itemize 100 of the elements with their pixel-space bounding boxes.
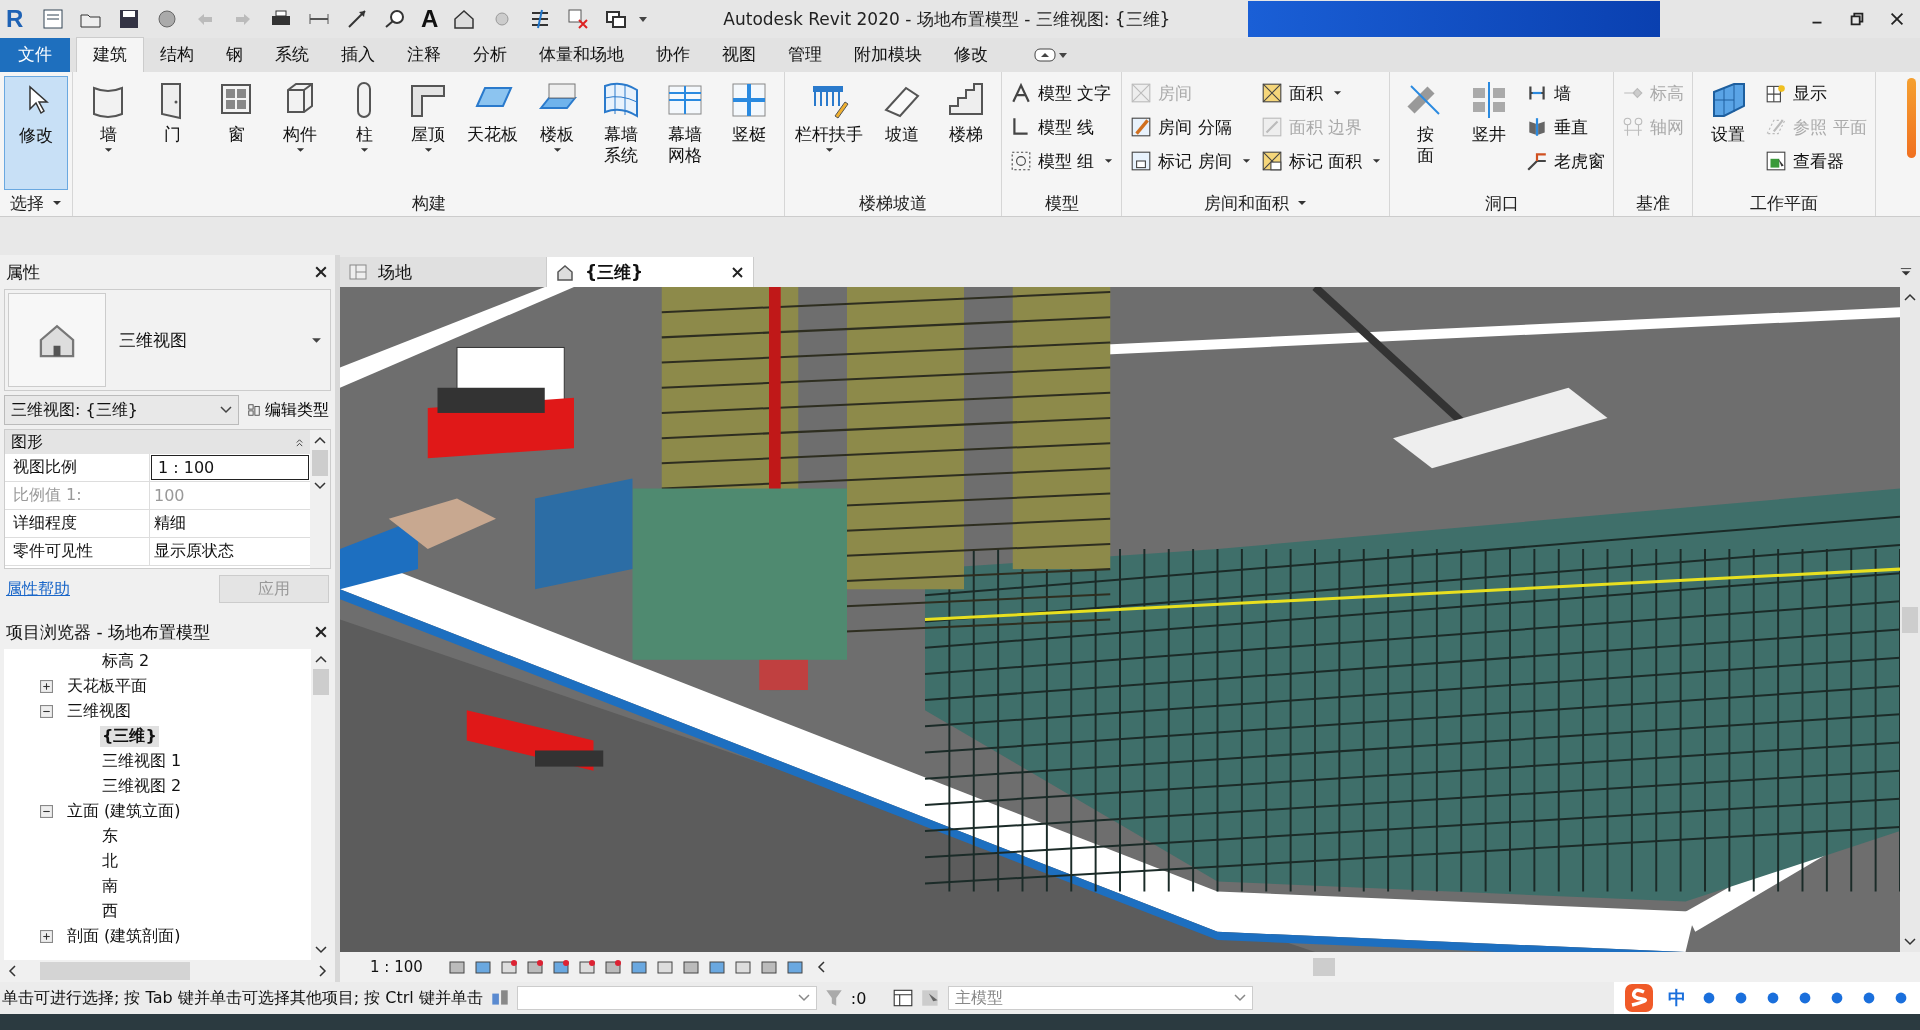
ribbon-tool-button[interactable]: 门 xyxy=(141,76,203,190)
ime-logo-icon[interactable] xyxy=(1624,983,1654,1013)
collapse-icon[interactable] xyxy=(40,805,53,818)
ribbon-tool-button[interactable]: 显示 xyxy=(1765,78,1867,108)
instance-dropdown[interactable]: 三维视图: {三维} xyxy=(4,395,239,425)
caret-icon[interactable] xyxy=(1104,158,1114,164)
input-field[interactable]: 1 : 100 xyxy=(151,455,309,480)
ribbon-tool-button[interactable]: 模型 组 xyxy=(1010,146,1114,176)
ribbon-tab[interactable]: 修改 xyxy=(938,38,1004,72)
ribbon-scrollbar[interactable] xyxy=(1907,78,1916,158)
ribbon-tool-button[interactable]: 标记 房间 xyxy=(1130,146,1251,176)
ribbon-tool-button[interactable]: 模型 线 xyxy=(1010,112,1114,142)
expand-icon[interactable] xyxy=(40,680,53,693)
chevron-up-icon[interactable] xyxy=(315,655,327,663)
view-tab[interactable]: {三维} xyxy=(547,257,754,287)
ribbon-tool-button[interactable]: 墙 xyxy=(77,76,139,190)
house-icon[interactable] xyxy=(452,7,477,31)
model-dropdown[interactable]: 主模型 xyxy=(948,986,1254,1010)
ribbon-tab[interactable]: 注释 xyxy=(391,38,457,72)
tree-item[interactable]: 立面 (建筑立面) xyxy=(65,801,183,822)
scrollbar-thumb[interactable] xyxy=(1902,606,1918,633)
ribbon-tool-button[interactable]: 幕墙系统 xyxy=(590,76,652,190)
chevron-right-icon[interactable] xyxy=(319,965,327,977)
tree-item[interactable]: 北 xyxy=(100,851,120,872)
ribbon-tool-button[interactable]: 柱 xyxy=(333,76,395,190)
scrollbar-thumb[interactable] xyxy=(1312,958,1335,976)
ribbon-tool-button[interactable]: 设置 xyxy=(1697,76,1760,190)
ribbon-tool-button[interactable]: 幕墙网格 xyxy=(654,76,716,190)
caret-icon[interactable] xyxy=(824,147,834,153)
tree-item[interactable]: 东 xyxy=(100,826,120,847)
caret-icon[interactable] xyxy=(1900,267,1912,277)
document-icon[interactable] xyxy=(41,7,65,31)
ribbon-tool-button[interactable]: 楼梯 xyxy=(935,76,997,190)
restore-icon[interactable] xyxy=(1848,10,1866,28)
close-icon[interactable] xyxy=(730,264,745,280)
chevron-down-icon[interactable] xyxy=(1904,938,1916,946)
ribbon-tab[interactable]: 建筑 xyxy=(76,37,144,72)
collapse-icon[interactable] xyxy=(40,705,53,718)
ribbon-tab[interactable]: 插入 xyxy=(325,38,391,72)
expand-icon[interactable] xyxy=(40,930,53,943)
close-icon[interactable] xyxy=(313,624,329,640)
help-link[interactable]: 属性帮助 xyxy=(6,578,70,600)
ribbon-tool-button[interactable]: 窗 xyxy=(205,76,267,190)
tree-item[interactable]: 剖面 (建筑剖面) xyxy=(65,926,183,947)
ribbon-tab[interactable]: 钢 xyxy=(210,38,259,72)
caret-icon[interactable] xyxy=(1372,158,1382,164)
ribbon-tab[interactable]: 分析 xyxy=(457,38,523,72)
ribbon-tool-button[interactable]: 查看器 xyxy=(1765,146,1867,176)
ribbon-tool-button[interactable]: 模型 文字 xyxy=(1010,78,1114,108)
ribbon-tool-button[interactable]: 老虎窗 xyxy=(1526,146,1606,176)
tree-item[interactable]: 三维视图 2 xyxy=(100,776,184,797)
caret-icon[interactable] xyxy=(552,147,562,153)
chevron-up-icon[interactable] xyxy=(314,436,326,444)
save-icon[interactable] xyxy=(117,7,141,31)
group-header[interactable]: 图形 xyxy=(5,430,310,454)
ribbon-tool-button[interactable]: 墙 xyxy=(1526,78,1606,108)
tree-item[interactable]: 标高 2 xyxy=(100,651,152,672)
ribbon-tab[interactable]: 附加模块 xyxy=(838,38,938,72)
ribbon-tool-button[interactable]: 面积 xyxy=(1260,78,1382,108)
ribbon-tab[interactable]: 管理 xyxy=(772,38,838,72)
ribbon-tool-button[interactable]: 垂直 xyxy=(1526,112,1606,142)
tree-item[interactable]: {三维} xyxy=(100,726,159,747)
app-logo[interactable]: R xyxy=(6,5,32,33)
ime-mode[interactable]: 中 xyxy=(1668,986,1686,1010)
ribbon-tool-button[interactable]: 竖井 xyxy=(1458,76,1521,190)
ribbon-tab[interactable]: 系统 xyxy=(259,38,325,72)
ribbon-tool-button[interactable]: 按面 xyxy=(1394,76,1457,190)
edit-type-button[interactable]: 编辑类型 xyxy=(245,399,331,421)
ribbon-tool-button[interactable]: 竖梃 xyxy=(718,76,780,190)
ribbon-tab[interactable]: 体量和场地 xyxy=(523,38,640,72)
ribbon-tab[interactable]: 文件 xyxy=(0,38,70,72)
ribbon-tool-button[interactable]: 房间 分隔 xyxy=(1130,112,1251,142)
close-icon[interactable] xyxy=(1888,10,1906,28)
chevron-down-icon[interactable] xyxy=(315,946,327,954)
caret-icon[interactable] xyxy=(359,147,369,153)
tree-item[interactable]: 西 xyxy=(100,901,120,922)
panel-toggle-icon[interactable] xyxy=(1032,46,1070,64)
chevron-down-icon[interactable] xyxy=(314,482,326,490)
ribbon-tool-button[interactable]: 构件 xyxy=(269,76,331,190)
scrollbar[interactable] xyxy=(1900,287,1920,952)
caret-icon[interactable] xyxy=(423,147,433,153)
ribbon-tab[interactable]: 视图 xyxy=(706,38,772,72)
chevron-left-icon[interactable] xyxy=(8,965,16,977)
ribbon-tool-button[interactable]: 栏杆扶手 xyxy=(789,76,869,190)
caret-icon[interactable] xyxy=(1297,200,1308,206)
ribbon-tool-button[interactable]: 坡道 xyxy=(871,76,933,190)
scrollbar-thumb[interactable] xyxy=(312,450,328,476)
table-icon[interactable] xyxy=(892,987,915,1009)
caret-icon[interactable] xyxy=(1241,158,1251,164)
chevron-up-icon[interactable] xyxy=(1904,293,1916,301)
tree-item[interactable]: 三维视图 1 xyxy=(100,751,184,772)
caret-icon[interactable] xyxy=(1332,90,1342,96)
view-scale[interactable]: 1 : 100 xyxy=(370,958,423,976)
ribbon-tool-button[interactable]: 修改 xyxy=(4,76,68,190)
ribbon-tab[interactable]: 结构 xyxy=(144,38,210,72)
ribbon-tab[interactable]: 协作 xyxy=(640,38,706,72)
close-windows-icon[interactable] xyxy=(566,7,591,31)
caret-icon[interactable] xyxy=(52,200,62,206)
tree-item[interactable]: 三维视图 xyxy=(65,701,133,722)
view-tab[interactable]: 场地 xyxy=(340,257,547,287)
